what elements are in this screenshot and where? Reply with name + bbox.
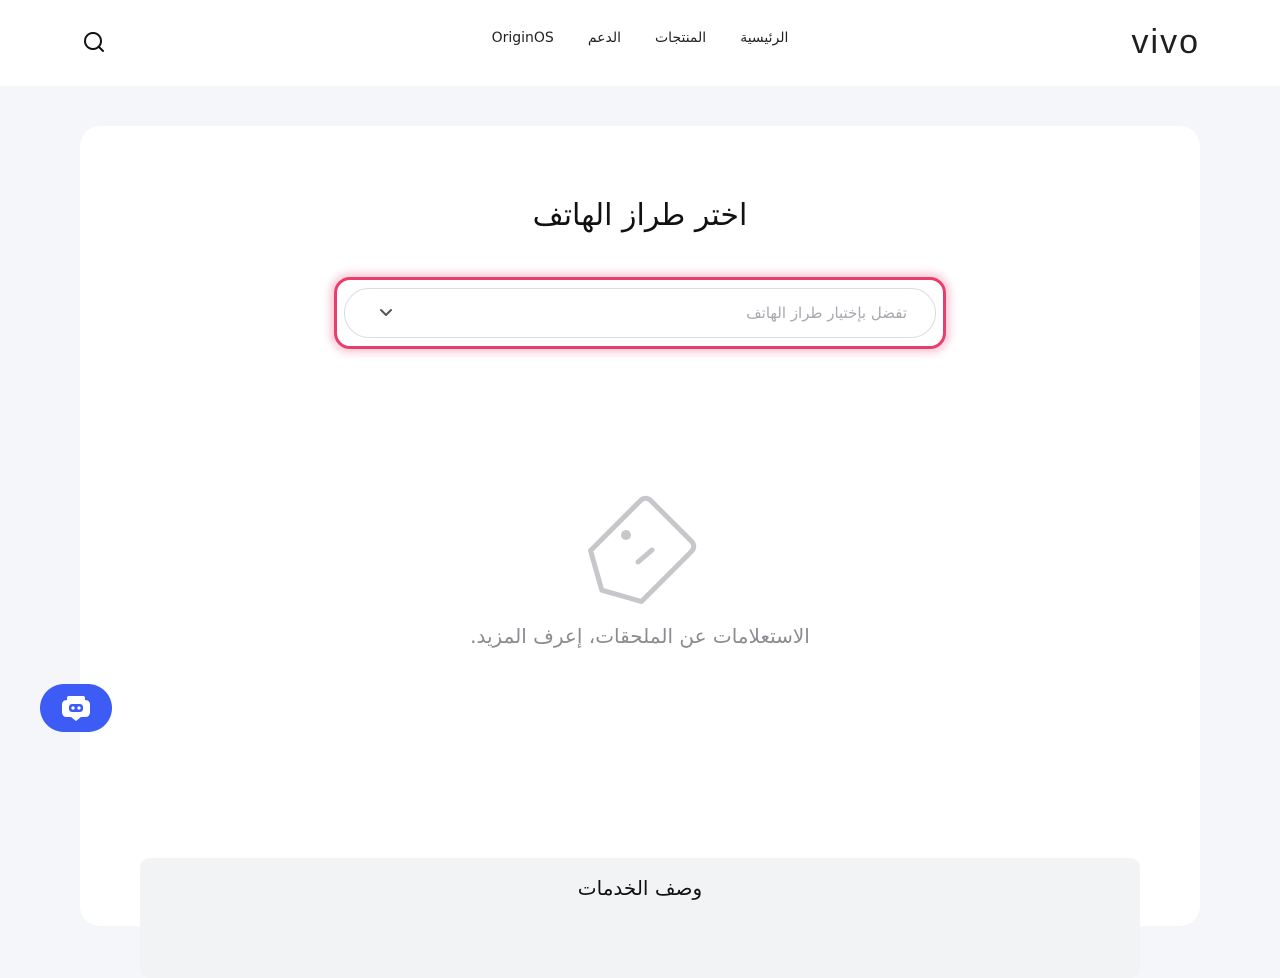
services-title: وصف الخدمات xyxy=(577,876,703,900)
chatbot-icon xyxy=(62,696,90,721)
nav-item-originos[interactable]: OriginOS xyxy=(492,30,554,46)
nav-item-home[interactable]: الرئيسية xyxy=(740,30,788,46)
site-header: الرئيسية المنتجات الدعم OriginOS vivo xyxy=(0,0,1280,86)
main-nav: الرئيسية المنتجات الدعم OriginOS xyxy=(0,30,1280,46)
model-select-focus-ring: تفضل بإختيار طراز الهاتف xyxy=(334,277,946,349)
nav-item-products[interactable]: المنتجات xyxy=(655,30,706,46)
model-select[interactable]: تفضل بإختيار طراز الهاتف xyxy=(344,288,936,338)
services-description-panel: وصف الخدمات xyxy=(140,858,1140,978)
chevron-down-icon xyxy=(380,309,392,316)
svg-text:vivo: vivo xyxy=(1132,25,1200,59)
vivo-logo[interactable]: vivo xyxy=(1096,25,1200,59)
nav-item-support[interactable]: الدعم xyxy=(588,30,621,46)
model-select-placeholder: تفضل بإختيار طراز الهاتف xyxy=(746,304,907,322)
content-card: اختر طراز الهاتف تفضل بإختيار طراز الهات… xyxy=(80,126,1200,978)
chatbot-button[interactable] xyxy=(40,684,112,732)
page-title: اختر طراز الهاتف xyxy=(532,198,748,233)
empty-state-message: الاستعلامات عن الملحقات، إعرف المزيد. xyxy=(470,624,810,648)
tag-face-icon xyxy=(588,495,697,604)
